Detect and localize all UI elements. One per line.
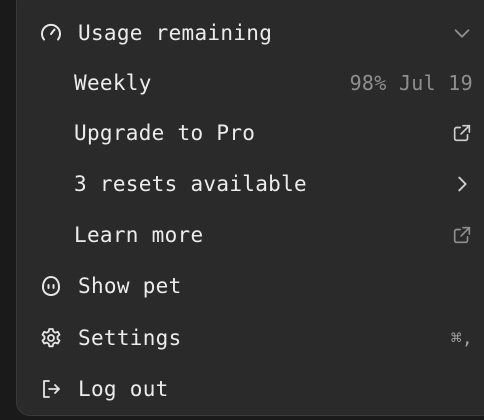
chevron-right-icon: [451, 173, 473, 195]
resets-available-label: 3 resets available: [74, 172, 307, 196]
gauge-icon: [39, 21, 63, 45]
log-out-item[interactable]: Log out: [17, 367, 484, 411]
learn-more-label: Learn more: [74, 223, 204, 247]
account-menu: Usage remaining Weekly 98% Jul 19 Upgrad…: [16, 0, 484, 416]
show-pet-item[interactable]: Show pet: [17, 264, 484, 308]
learn-more-item[interactable]: Learn more: [17, 213, 484, 257]
settings-shortcut: ⌘,: [450, 327, 473, 349]
external-link-icon: [451, 122, 473, 144]
resets-available-item[interactable]: 3 resets available: [17, 162, 484, 206]
settings-label: Settings: [78, 326, 182, 350]
usage-remaining-item[interactable]: Usage remaining: [17, 11, 484, 55]
external-link-icon: [451, 224, 473, 246]
weekly-usage-value: 98% Jul 19: [349, 71, 473, 95]
weekly-label: Weekly: [74, 71, 152, 95]
weekly-usage-row: Weekly 98% Jul 19: [17, 61, 484, 105]
log-out-label: Log out: [78, 377, 169, 401]
gear-icon: [39, 326, 63, 350]
usage-remaining-label: Usage remaining: [78, 21, 273, 45]
chevron-down-icon: [451, 22, 473, 44]
upgrade-to-pro-item[interactable]: Upgrade to Pro: [17, 111, 484, 155]
show-pet-label: Show pet: [78, 274, 182, 298]
pet-icon: [39, 274, 63, 298]
settings-item[interactable]: Settings ⌘,: [17, 316, 484, 360]
logout-icon: [39, 377, 63, 401]
upgrade-to-pro-label: Upgrade to Pro: [74, 121, 256, 145]
